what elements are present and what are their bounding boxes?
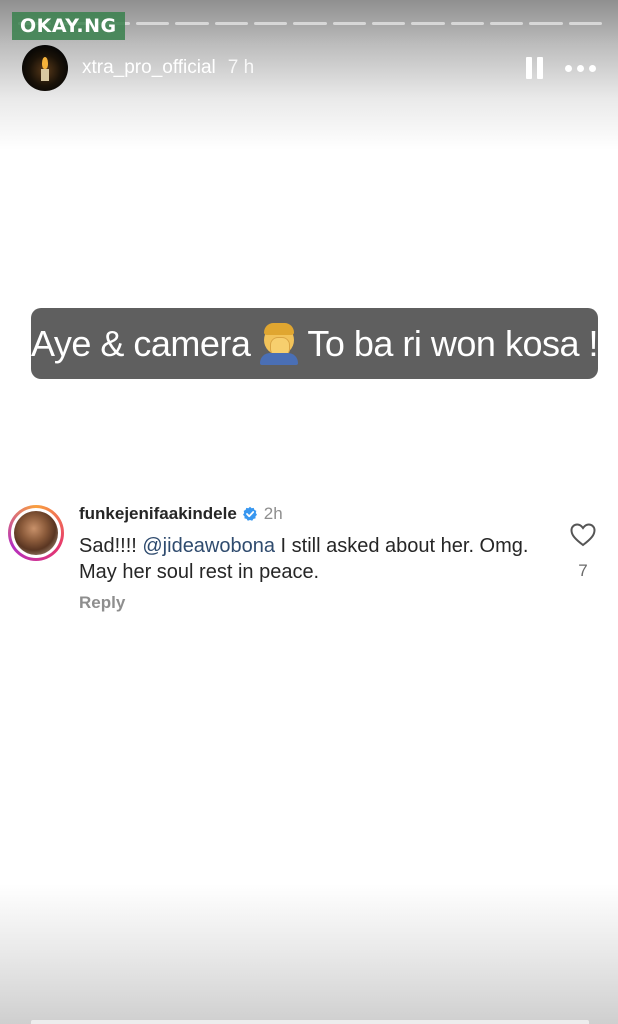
verified-badge-icon (242, 506, 257, 521)
comment-text: Sad!!!! @jideawobona I still asked about… (79, 533, 549, 585)
commenter-photo (14, 511, 58, 555)
progress-segment (214, 22, 248, 25)
candle-flame (42, 57, 48, 69)
caption-text-start: Aye & camera (31, 322, 251, 364)
story-avatar[interactable] (22, 45, 68, 91)
story-caption: Aye & camera To ba ri won kosa ! (31, 308, 598, 379)
bottom-gradient (0, 884, 618, 1024)
more-options-icon[interactable] (565, 64, 596, 72)
progress-segment (293, 22, 327, 25)
comment-time: 2h (263, 504, 283, 523)
caption-text-end: To ba ri won kosa ! (307, 322, 598, 364)
like-count: 7 (578, 561, 588, 580)
progress-segment (371, 22, 406, 25)
reply-bar[interactable] (30, 1019, 590, 1024)
progress-segment (253, 22, 288, 25)
progress-segment (450, 22, 484, 25)
facepalm-emoji-icon (258, 322, 299, 365)
story-screen: OKAY.NG xtra_pro_official 7 h Aye & came… (0, 0, 618, 1024)
watermark-logo: OKAY.NG (12, 12, 125, 40)
story-controls (526, 56, 596, 80)
comment-mention-link[interactable]: @jideawobona (142, 535, 275, 557)
story-username[interactable]: xtra_pro_official (82, 57, 216, 79)
story-header: xtra_pro_official 7 h (22, 44, 596, 92)
progress-segment (135, 22, 170, 25)
candle-image (41, 69, 49, 81)
progress-segment (332, 22, 366, 25)
commenter-username[interactable]: funkejenifaakindele (79, 504, 237, 524)
progress-segment (411, 22, 445, 25)
progress-segment (529, 22, 563, 25)
comment-meta: funkejenifaakindele 2h (79, 504, 283, 524)
pause-icon[interactable] (526, 56, 543, 80)
comment-text-prefix: Sad!!!! (79, 535, 143, 557)
progress-segment (175, 22, 209, 25)
progress-segment (489, 22, 524, 25)
heart-icon[interactable] (570, 523, 596, 547)
reply-button[interactable]: Reply (79, 593, 125, 613)
progress-segment (568, 22, 602, 25)
commenter-avatar[interactable] (8, 505, 64, 561)
story-time: 7 h (227, 57, 255, 78)
